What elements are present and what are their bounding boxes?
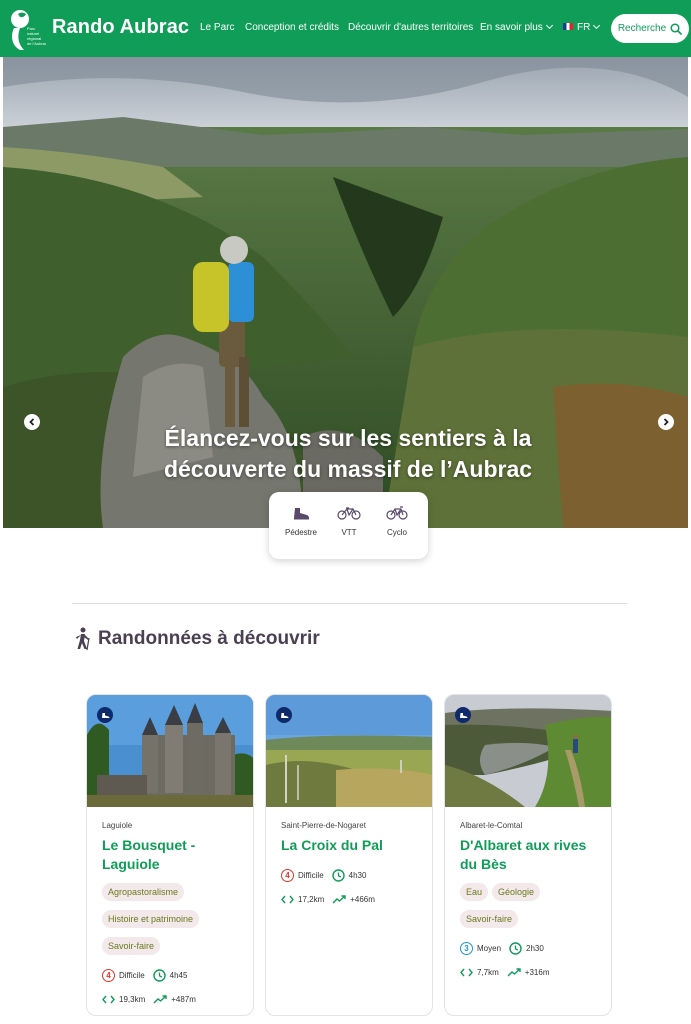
elevation-label: +316m — [524, 967, 550, 977]
card-meta-row: 3 Moyen 2h30 — [460, 940, 596, 956]
card-tags: Agropastoralisme Histoire et patrimoine … — [102, 882, 238, 963]
card-image — [87, 695, 253, 807]
duration-label: 4h45 — [169, 970, 188, 980]
hiking-badge-icon — [455, 707, 471, 723]
card-location: Saint-Pierre-de-Nogaret — [281, 821, 366, 830]
elevation-icon — [153, 994, 167, 1003]
nav-autres-territoires[interactable]: Découvrir d'autres territoires — [348, 22, 473, 33]
theme-tag[interactable]: Eau — [460, 883, 489, 901]
svg-text:de l'Aubrac: de l'Aubrac — [27, 41, 46, 46]
distance-label: 17,2km — [298, 894, 325, 904]
theme-tag[interactable]: Savoir-faire — [460, 910, 519, 928]
search-label: Recherche — [617, 23, 667, 34]
difficulty-level-icon: 4 — [102, 968, 115, 982]
card-tags: Eau Géologie Savoir-faire — [460, 882, 596, 936]
activity-vtt[interactable]: VTT — [324, 506, 374, 537]
card-title: Le Bousquet - Laguiole — [102, 837, 196, 872]
nav-le-parc[interactable]: Le Parc — [200, 22, 234, 33]
hiking-badge-icon — [97, 707, 113, 723]
nav-label: En savoir plus — [480, 22, 543, 33]
card-title: La Croix du Pal — [281, 837, 383, 853]
carousel-next-button[interactable] — [658, 414, 674, 430]
elevation-label: +466m — [350, 894, 375, 904]
card-location: Laguiole — [102, 821, 133, 830]
theme-tag[interactable]: Agropastoralisme — [102, 883, 185, 901]
difficulty-level-icon: 3 — [460, 941, 473, 955]
trail-card[interactable]: Albaret-le-Comtal D'Albaret aux rives du… — [444, 694, 612, 1016]
search-icon — [670, 22, 682, 35]
clock-icon — [152, 968, 166, 982]
theme-tag[interactable]: Savoir-faire — [102, 937, 161, 955]
card-meta-row: 19,3km +487m — [102, 991, 238, 1007]
section-title: Randonnées à découvrir — [98, 628, 320, 649]
distance-icon — [102, 995, 115, 1003]
site-brand[interactable]: Rando Aubrac — [52, 16, 189, 39]
hero-banner: Élancez-vous sur les sentiers à la décou… — [3, 57, 688, 528]
difficulty-level-icon: 4 — [281, 868, 294, 882]
nav-label: Découvrir d'autres territoires — [348, 22, 474, 33]
clock-icon — [509, 941, 522, 955]
card-meta-row: 4 Difficile 4h30 — [281, 867, 417, 883]
mountain-bike-icon — [337, 507, 361, 520]
nav-label: Le Parc — [200, 22, 235, 33]
card-location: Albaret-le-Comtal — [460, 821, 523, 830]
carousel-prev-button[interactable] — [24, 414, 40, 430]
activity-selector: Pédestre VTT Cyclo — [269, 492, 428, 559]
card-meta-row: 17,2km +466m — [281, 891, 417, 907]
site-header: Parc naturel régional de l'Aubrac Rando … — [0, 0, 691, 57]
difficulty-label: Moyen — [477, 943, 502, 953]
road-bike-icon — [386, 506, 408, 520]
nav-en-savoir-plus[interactable]: En savoir plus — [480, 21, 553, 33]
elevation-icon — [332, 894, 346, 903]
elevation-label: +487m — [171, 994, 196, 1004]
elevation-icon — [507, 967, 521, 976]
difficulty-label: Difficile — [298, 870, 324, 880]
nav-conception[interactable]: Conception et crédits — [245, 22, 339, 33]
nav-label: Conception et crédits — [245, 22, 339, 33]
distance-icon — [281, 895, 294, 903]
duration-label: 2h30 — [526, 943, 544, 953]
language-label: FR — [577, 22, 591, 33]
hiking-badge-icon — [276, 707, 292, 723]
theme-tag[interactable]: Histoire et patrimoine — [102, 910, 200, 928]
clock-icon — [331, 868, 345, 882]
card-image — [445, 695, 611, 807]
theme-tag[interactable]: Géologie — [492, 883, 541, 901]
chevron-down-icon — [545, 21, 553, 30]
hero-title: Élancez-vous sur les sentiers à la décou… — [163, 425, 533, 482]
chevron-left-icon — [29, 418, 35, 426]
search-button[interactable]: Recherche — [611, 14, 689, 43]
distance-label: 7,7km — [477, 967, 499, 977]
chevron-down-icon — [593, 21, 601, 30]
distance-label: 19,3km — [119, 994, 146, 1004]
trail-card[interactable]: Laguiole Le Bousquet - Laguiole Agropast… — [86, 694, 254, 1016]
activity-pedestre[interactable]: Pédestre — [276, 506, 326, 537]
hiking-boot-icon — [294, 508, 309, 520]
card-meta-row: 4 Difficile 4h45 — [102, 967, 238, 983]
language-selector[interactable]: FR — [563, 21, 601, 33]
activity-label: VTT — [341, 528, 357, 537]
hiker-icon — [76, 627, 90, 651]
difficulty-label: Difficile — [119, 970, 145, 980]
duration-label: 4h30 — [348, 870, 367, 880]
card-meta-row: 7,7km +316m — [460, 964, 596, 980]
activity-label: Cyclo — [386, 528, 407, 537]
section-divider — [72, 603, 627, 604]
distance-icon — [460, 968, 473, 976]
card-title: D'Albaret aux rives du Bès — [460, 837, 587, 872]
activity-label: Pédestre — [284, 528, 318, 537]
activity-cyclo[interactable]: Cyclo — [372, 506, 422, 537]
card-image — [266, 695, 432, 807]
chevron-right-icon — [663, 418, 669, 426]
trail-card[interactable]: Saint-Pierre-de-Nogaret La Croix du Pal … — [265, 694, 433, 1016]
french-flag-icon — [563, 22, 573, 30]
section-header: Randonnées à découvrir — [72, 627, 320, 651]
park-logo[interactable]: Parc naturel régional de l'Aubrac — [6, 6, 47, 52]
